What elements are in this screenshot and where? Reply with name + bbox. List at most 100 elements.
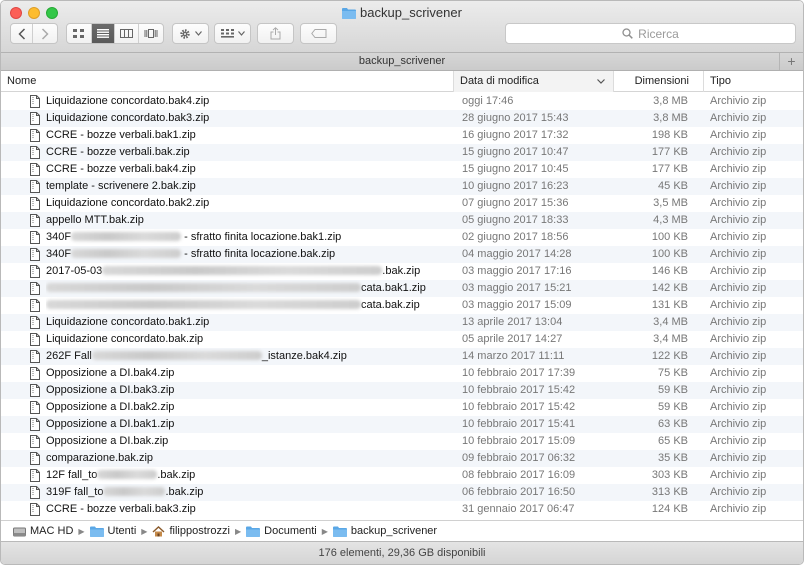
coverflow-view-button[interactable]: [139, 24, 163, 43]
file-name: 319F fall_to .bak.zip: [46, 484, 451, 501]
file-row[interactable]: Liquidazione concordato.bak4.zip oggi 17:…: [1, 93, 803, 110]
file-size: 3,4 MB: [653, 316, 688, 328]
file-row[interactable]: 262F Fall _istanze.bak4.zip 14 marzo 2017 …: [1, 348, 803, 365]
file-name: 340F - sfratto finita locazione.bak1.zip: [46, 229, 451, 246]
file-row[interactable]: cata.bak1.zip 03 maggio 2017 15:21 142 KB A…: [1, 280, 803, 297]
file-row[interactable]: CCRE - bozze verbali.bak.zip 15 giugno 20…: [1, 144, 803, 161]
tag-button[interactable]: [300, 23, 337, 44]
file-row[interactable]: Opposizione a DI.bak2.zip 10 febbraio 201…: [1, 399, 803, 416]
file-name: 262F Fall _istanze.bak4.zip: [46, 348, 451, 365]
window-title-text: backup_scrivener: [360, 5, 462, 20]
column-header-date-label: Data di modifica: [460, 75, 539, 87]
zip-file-icon: [30, 248, 40, 261]
zip-file-icon: [30, 282, 40, 295]
file-date: 03 maggio 2017 15:09: [462, 299, 572, 311]
file-type: Archivio zip: [710, 95, 767, 107]
column-view-icon: [119, 29, 133, 38]
column-header-type[interactable]: Tipo: [703, 71, 803, 92]
share-button[interactable]: [257, 23, 294, 44]
zip-file-icon: [30, 452, 40, 465]
file-row[interactable]: CCRE - bozze verbali.bak4.zip 15 giugno 2…: [1, 161, 803, 178]
column-header-name[interactable]: Nome: [1, 71, 453, 92]
file-row[interactable]: Opposizione a DI.bak.zip 10 febbraio 2017…: [1, 433, 803, 450]
file-type: Archivio zip: [710, 384, 767, 396]
file-row[interactable]: Opposizione a DI.bak1.zip 10 febbraio 201…: [1, 416, 803, 433]
file-type: Archivio zip: [710, 435, 767, 447]
file-name: Liquidazione concordato.bak1.zip: [46, 316, 210, 328]
file-row[interactable]: 340F - sfratto finita locazione.bak1.zip…: [1, 229, 803, 246]
zip-file-icon: [30, 129, 40, 142]
zip-file-icon: [30, 503, 40, 516]
zip-file-icon: [30, 418, 40, 431]
column-header-size[interactable]: Dimensioni: [613, 71, 703, 92]
file-row[interactable]: Opposizione a DI.bak4.zip 10 febbraio 201…: [1, 365, 803, 382]
file-row[interactable]: template - scrivenere 2.bak.zip 10 giugno…: [1, 178, 803, 195]
file-type: Archivio zip: [710, 282, 767, 294]
file-row[interactable]: comparazione.bak.zip 09 febbraio 2017 06:…: [1, 450, 803, 467]
file-type: Archivio zip: [710, 163, 767, 175]
new-tab-button[interactable]: +: [779, 53, 803, 70]
file-row[interactable]: 2017-05-03 .bak.zip 03 maggio 2017 17:16 14…: [1, 263, 803, 280]
icon-view-button[interactable]: [67, 24, 92, 43]
column-view-button[interactable]: [115, 24, 139, 43]
file-row[interactable]: 12F fall_to .bak.zip 08 febbraio 2017 16:0…: [1, 467, 803, 484]
share-icon: [270, 27, 281, 40]
gear-icon: [180, 28, 190, 39]
window-title: backup_scrivener: [1, 4, 803, 23]
path-item[interactable]: Documenti: [246, 525, 317, 537]
action-menu-button[interactable]: [172, 23, 209, 44]
list-view-button[interactable]: [91, 24, 116, 43]
path-separator-icon: ▶: [234, 526, 242, 536]
status-text: 176 elementi, 29,36 GB disponibili: [318, 547, 486, 559]
forward-button[interactable]: [33, 24, 57, 43]
file-date: 02 giugno 2017 18:56: [462, 231, 569, 243]
file-row[interactable]: Liquidazione concordato.bak1.zip 13 april…: [1, 314, 803, 331]
column-header-date[interactable]: Data di modifica: [453, 71, 613, 92]
path-item[interactable]: filippostrozzi: [152, 525, 230, 537]
file-type: Archivio zip: [710, 180, 767, 192]
file-row[interactable]: Opposizione a DI.bak3.zip 10 febbraio 201…: [1, 382, 803, 399]
file-name: template - scrivenere 2.bak.zip: [46, 180, 196, 192]
path-item[interactable]: MAC HD: [13, 525, 73, 537]
search-field[interactable]: Ricerca: [505, 23, 796, 44]
search-icon: [622, 28, 633, 39]
file-type: Archivio zip: [710, 316, 767, 328]
file-type: Archivio zip: [710, 299, 767, 311]
file-name: Opposizione a DI.bak2.zip: [46, 401, 175, 413]
path-item-label: backup_scrivener: [350, 525, 438, 537]
path-item[interactable]: Utenti: [89, 525, 136, 537]
file-date: 10 febbraio 2017 17:39: [462, 367, 576, 379]
file-date: 14 marzo 2017 11:11: [462, 350, 565, 362]
file-name-prefix: 319F fall_to: [46, 486, 104, 498]
file-name-prefix: 340F: [46, 248, 72, 260]
zip-file-icon: [30, 299, 40, 312]
path-item[interactable]: backup_scrivener: [332, 525, 438, 537]
file-name: Liquidazione concordato.bak2.zip: [46, 197, 210, 209]
icon-view-icon: [73, 29, 85, 38]
file-size: 131 KB: [651, 299, 688, 311]
file-row[interactable]: 319F fall_to .bak.zip 06 febbraio 2017 16:…: [1, 484, 803, 501]
arrange-menu-button[interactable]: [214, 23, 251, 44]
redacted-text: [97, 470, 158, 479]
tab-backup-scrivener[interactable]: backup_scrivener: [359, 55, 445, 67]
file-type: Archivio zip: [710, 265, 767, 277]
file-row[interactable]: Liquidazione concordato.bak3.zip 28 giugn…: [1, 110, 803, 127]
file-name: appello MTT.bak.zip: [46, 214, 144, 226]
back-button[interactable]: [11, 24, 33, 43]
file-date: 05 aprile 2017 14:27: [462, 333, 563, 345]
chevron-right-icon: [41, 27, 49, 40]
file-size: 122 KB: [651, 350, 688, 362]
file-row[interactable]: 340F - sfratto finita locazione.bak.zip 0…: [1, 246, 803, 263]
file-row[interactable]: appello MTT.bak.zip 05 giugno 2017 18:33 4…: [1, 212, 803, 229]
file-size: 313 KB: [651, 486, 688, 498]
file-row[interactable]: CCRE - bozze verbali.bak1.zip 16 giugno 2…: [1, 127, 803, 144]
file-date: 09 febbraio 2017 06:32: [462, 452, 576, 464]
file-row[interactable]: cata.bak.zip 03 maggio 2017 15:09 131 KB Ar…: [1, 297, 803, 314]
zip-file-icon: [30, 180, 40, 193]
file-type: Archivio zip: [710, 418, 767, 430]
file-row[interactable]: Liquidazione concordato.bak2.zip 07 giugn…: [1, 195, 803, 212]
file-size: 100 KB: [651, 248, 688, 260]
tag-icon: [310, 29, 326, 38]
file-row[interactable]: CCRE - bozze verbali.bak3.zip 31 gennaio …: [1, 501, 803, 518]
file-row[interactable]: Liquidazione concordato.bak.zip 05 aprile…: [1, 331, 803, 348]
